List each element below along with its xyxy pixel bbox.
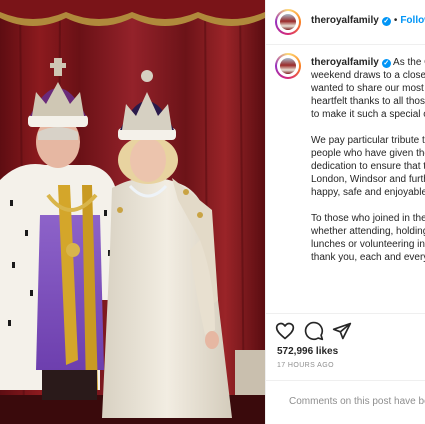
- post-caption: theroyalfamily✓ As the Coronation weeken…: [311, 56, 425, 277]
- profile-avatar[interactable]: [275, 9, 301, 35]
- comments-limited-notice: Comments on this post have been limited.: [289, 396, 425, 407]
- post-photo[interactable]: [0, 0, 265, 424]
- verified-badge-icon: ✓: [381, 59, 391, 68]
- caption-paragraph-1: theroyalfamily✓ As the Coronation weeken…: [311, 56, 425, 121]
- username-link[interactable]: theroyalfamily: [311, 15, 379, 26]
- comments-section: Comments on this post have been limited.: [266, 380, 425, 424]
- caption-paragraph-2: We pay particular tribute to the countle…: [311, 135, 425, 198]
- verified-badge-icon: ✓: [381, 17, 391, 26]
- caption-scroll-area[interactable]: theroyalfamily✓ As the Coronation weeken…: [266, 45, 425, 313]
- caption-avatar[interactable]: [275, 53, 301, 79]
- comment-bubble-icon[interactable]: [304, 321, 324, 341]
- paper-plane-icon[interactable]: [332, 321, 352, 341]
- coronation-portrait-image: [0, 0, 265, 424]
- post-side-panel: theroyalfamily✓•Follow theroyalfamily✓ A…: [265, 0, 425, 424]
- header-account: theroyalfamily✓•Follow: [311, 15, 425, 26]
- caption-username-link[interactable]: theroyalfamily: [311, 57, 379, 68]
- like-count[interactable]: 572,996 likes: [277, 346, 338, 357]
- post-header: theroyalfamily✓•Follow: [266, 0, 425, 45]
- follow-button[interactable]: Follow: [400, 15, 425, 26]
- separator-dot: •: [393, 15, 398, 26]
- caption-paragraph-3: To those who joined in the celebrations …: [311, 213, 425, 263]
- post-timestamp[interactable]: 17 HOURS AGO: [277, 362, 334, 369]
- heart-icon[interactable]: [275, 321, 295, 341]
